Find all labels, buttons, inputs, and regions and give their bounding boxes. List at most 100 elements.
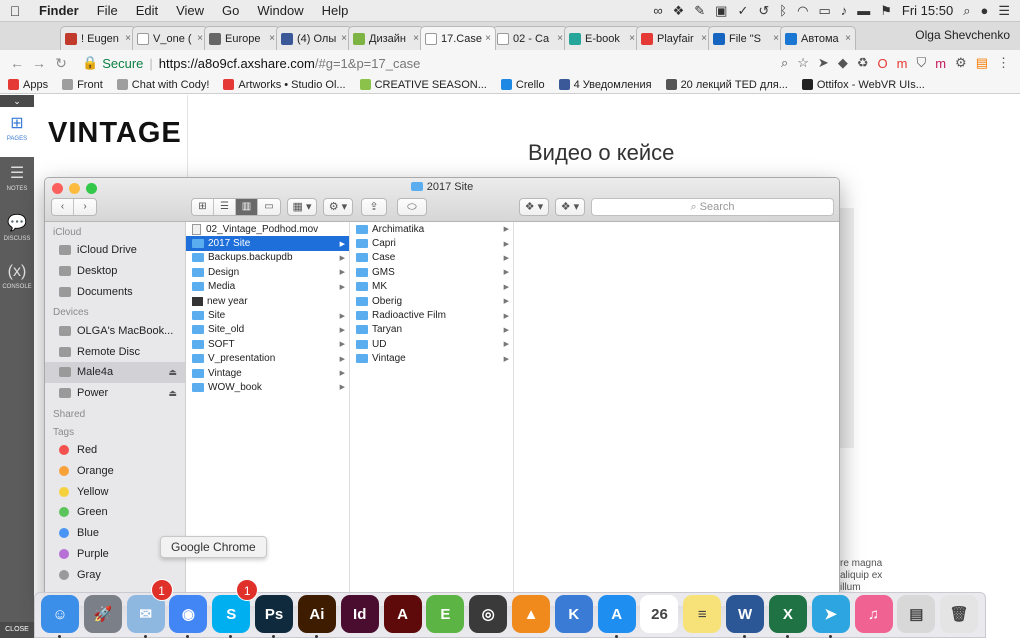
tab-close-icon[interactable]: × [773, 33, 779, 44]
file-row[interactable]: Vintage ▶ [186, 366, 349, 380]
extension-m2-icon[interactable]: m [935, 56, 946, 71]
preview-icon[interactable]: ▤ [897, 595, 936, 633]
dvd-player-icon[interactable]: ◎ [469, 595, 508, 633]
group-by-icon[interactable]: ▦ ▾ [287, 198, 317, 216]
tab-close-icon[interactable]: × [125, 33, 131, 44]
browser-tab[interactable]: Europe × [204, 26, 280, 50]
file-row[interactable]: Design ▶ [186, 265, 349, 279]
word-icon[interactable]: W [726, 595, 765, 633]
file-row[interactable]: MK ▶ [350, 280, 513, 294]
file-row[interactable]: WOW_book ▶ [186, 380, 349, 394]
browser-tab[interactable]: V_one (× [132, 26, 208, 50]
bookmark-item[interactable]: Ottifox - WebVR UIs... [801, 79, 925, 91]
itunes-icon[interactable]: ♫ [854, 595, 893, 633]
sidebar-item[interactable]: Desktop [45, 261, 185, 282]
airplay-icon[interactable]: ▭ [818, 3, 830, 19]
creative-cloud-icon[interactable]: ∞ [653, 3, 662, 18]
tab-close-icon[interactable]: × [197, 33, 203, 44]
extension-shield-icon[interactable]: ⛉ [916, 55, 926, 71]
axure-tab-discuss[interactable]: 💬 DISCUSS [0, 207, 34, 257]
extension-puzzle-icon[interactable]: ◆ [838, 55, 848, 71]
siri-icon[interactable]: ● [980, 3, 988, 18]
photoshop-icon[interactable]: Ps [255, 595, 294, 633]
file-row[interactable]: new year [186, 294, 349, 308]
telegram-icon[interactable]: ➤ [811, 595, 850, 633]
chrome-icon[interactable]: ◉ [169, 595, 208, 633]
reload-icon[interactable]: ↻ [50, 55, 72, 72]
sidebar-item[interactable]: Documents [45, 282, 185, 303]
browser-tab[interactable]: 17.Case × [420, 26, 496, 50]
indesign-icon[interactable]: Id [340, 595, 379, 633]
tab-close-icon[interactable]: × [413, 33, 419, 44]
axure-close-button[interactable]: CLOSE [0, 622, 34, 638]
sidebar-tag[interactable]: Green [45, 502, 185, 523]
file-row[interactable]: 02_Vintage_Podhod.mov [186, 222, 349, 236]
file-row[interactable]: Media ▶ [186, 280, 349, 294]
tab-close-icon[interactable]: × [269, 33, 275, 44]
menu-help[interactable]: Help [313, 3, 358, 18]
bookmark-item[interactable]: Chat with Cody! [116, 79, 209, 91]
vlc-icon[interactable]: ▲ [512, 595, 550, 633]
back-arrow-icon[interactable]: ‹ [52, 199, 74, 215]
bookmark-item[interactable]: Apps [8, 79, 48, 91]
address-bar[interactable]: 🔒 Secure | https://a8o9cf.axshare.com /#… [76, 53, 766, 73]
axure-tab-console[interactable]: (x) CONSOLE [0, 257, 34, 307]
file-row[interactable]: SOFT ▶ [186, 337, 349, 351]
browser-tab[interactable]: File "S × [708, 26, 784, 50]
menu-window[interactable]: Window [248, 3, 312, 18]
forward-arrow-icon[interactable]: › [74, 199, 96, 215]
file-row[interactable]: Capri ▶ [350, 236, 513, 250]
browser-tab[interactable]: 02 - Ca × [492, 26, 568, 50]
bookmark-star-icon[interactable]: ☆ [797, 55, 809, 71]
opera-icon[interactable]: O [877, 56, 887, 71]
file-row[interactable]: Backups.backupdb ▶ [186, 251, 349, 265]
share-icon[interactable]: ⇪ [361, 198, 387, 216]
file-row[interactable]: Oberig ▶ [350, 294, 513, 308]
tab-close-icon[interactable]: × [701, 33, 707, 44]
icon-view-icon[interactable]: ⊞ [192, 199, 214, 215]
bookmark-item[interactable]: 4 Уведомления [558, 79, 652, 91]
trash-icon[interactable]: 🗑 [940, 595, 979, 633]
zoom-icon[interactable]: ⌕ [781, 55, 788, 71]
sidebar-item[interactable]: OLGA's MacBook... [45, 320, 185, 341]
dropbox-icon[interactable]: ❖ [673, 3, 685, 19]
file-row[interactable]: V_presentation ▶ [186, 352, 349, 366]
finder-icon[interactable]: ☺ [41, 595, 79, 633]
file-row[interactable]: Site ▶ [186, 308, 349, 322]
extension-gear-icon[interactable]: ⚙ [955, 55, 967, 71]
sidebar-item[interactable]: Male4a ⏏ [45, 361, 185, 383]
menu-edit[interactable]: Edit [127, 3, 167, 18]
app-store-icon[interactable]: A [597, 595, 636, 633]
notification-center-icon[interactable]: ☰ [998, 3, 1010, 19]
apple-menu-icon[interactable]:  [0, 3, 30, 19]
dropbox-toolbar-icon[interactable]: ❖ ▾ [519, 198, 549, 216]
bookmark-item[interactable]: Front [62, 79, 103, 91]
launchpad-icon[interactable]: 🚀 [83, 595, 122, 633]
browser-tab[interactable]: Playfair × [636, 26, 712, 50]
browser-tab[interactable]: ! Eugen × [60, 26, 136, 50]
eject-icon[interactable]: ⏏ [168, 388, 177, 399]
browser-tab[interactable]: E-book × [564, 26, 640, 50]
menu-file[interactable]: File [88, 3, 127, 18]
eject-icon[interactable]: ⏏ [168, 367, 177, 378]
sidebar-tag[interactable]: Orange [45, 460, 185, 481]
sidebar-item[interactable]: Power ⏏ [45, 383, 185, 404]
check-icon[interactable]: ✓ [737, 3, 748, 19]
sidebar-item[interactable]: iCloud Drive [45, 240, 185, 261]
bookmark-item[interactable]: Artworks • Studio Ol... [223, 79, 346, 91]
tab-close-icon[interactable]: × [341, 33, 347, 44]
menu-app-name[interactable]: Finder [30, 3, 88, 18]
file-row[interactable]: Case ▶ [350, 251, 513, 265]
spotlight-icon[interactable]: ⌕ [963, 3, 970, 19]
gallery-view-icon[interactable]: ▭ [258, 199, 280, 215]
evernote-icon[interactable]: E [426, 595, 465, 633]
forward-icon[interactable]: → [28, 55, 50, 71]
extension-recycle-icon[interactable]: ♻ [857, 55, 869, 71]
file-row[interactable]: Taryan ▶ [350, 323, 513, 337]
calendar-icon[interactable]: 26 [640, 595, 679, 633]
column-view-icon[interactable]: ▥ [236, 199, 258, 215]
bookmark-item[interactable]: Crello [500, 79, 545, 91]
menu-go[interactable]: Go [213, 3, 248, 18]
extension-m-icon[interactable]: m [897, 56, 908, 71]
menu-view[interactable]: View [167, 3, 213, 18]
